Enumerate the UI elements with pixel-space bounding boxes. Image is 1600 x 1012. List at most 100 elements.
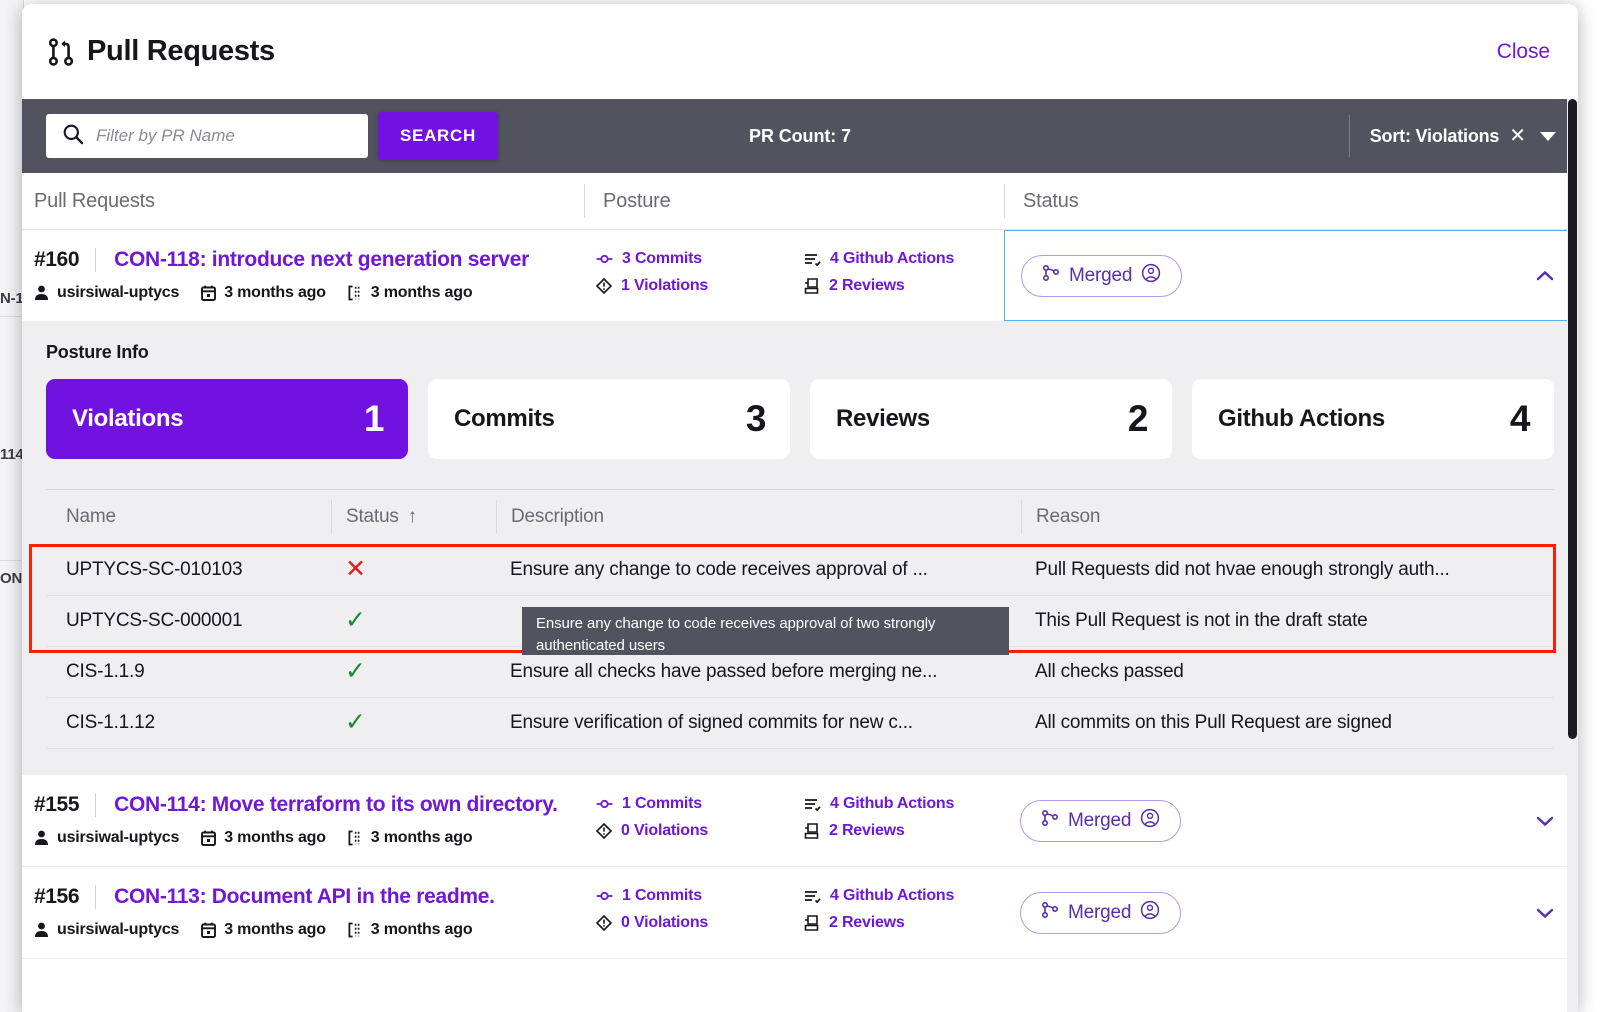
posture-violations[interactable]: 0 Violations bbox=[596, 914, 786, 932]
search-button[interactable]: SEARCH bbox=[378, 112, 498, 160]
status-badge[interactable]: Merged bbox=[1020, 800, 1181, 842]
arrow-up-icon: ↑ bbox=[408, 506, 417, 528]
table-row[interactable]: #160 CON-118: introduce next generation … bbox=[22, 230, 1578, 322]
posture-commits[interactable]: 1 Commits bbox=[596, 887, 786, 905]
violations-header-status-label: Status bbox=[346, 506, 399, 528]
pr-title-line: #156 CON-113: Document API in the readme… bbox=[34, 885, 584, 909]
status-badge[interactable]: Merged bbox=[1021, 255, 1182, 297]
posture-commits-label: 3 Commits bbox=[622, 250, 702, 268]
merge-icon bbox=[1042, 264, 1060, 288]
modal-scrollbar-thumb[interactable] bbox=[1568, 99, 1577, 739]
violation-reason[interactable]: Pull Requests did not hvae enough strong… bbox=[1021, 559, 1554, 581]
posture-github-actions[interactable]: 4 Github Actions bbox=[804, 887, 954, 905]
posture-github-actions[interactable]: 4 Github Actions bbox=[804, 795, 954, 813]
merge-icon bbox=[1041, 809, 1059, 833]
actions-icon bbox=[804, 797, 821, 811]
search-box[interactable] bbox=[46, 114, 368, 158]
close-button[interactable]: Close bbox=[1497, 40, 1550, 64]
user-avatar-icon bbox=[1141, 263, 1161, 289]
sort-label: Sort: Violations bbox=[1370, 126, 1499, 147]
table-row[interactable]: #155 CON-114: Move terraform to its own … bbox=[22, 775, 1578, 867]
pr-status-cell[interactable]: Merged bbox=[1004, 867, 1578, 958]
posture-reviews[interactable]: 2 Reviews bbox=[804, 914, 954, 932]
pr-name-link[interactable]: CON-113: Document API in the readme. bbox=[95, 885, 495, 909]
pr-author-label: usirsiwal-uptycs bbox=[57, 829, 179, 847]
violation-name: UPTYCS-SC-000001 bbox=[46, 610, 331, 632]
metric-card-github-actions[interactable]: Github Actions 4 bbox=[1192, 379, 1554, 459]
background-divider bbox=[0, 560, 24, 561]
violations-table: Name Status ↑ Description Reason UPTYCS-… bbox=[46, 489, 1554, 749]
violation-status: ✓ bbox=[331, 608, 496, 634]
pr-posture-cell: 1 Commits 0 Violations 4 Github Actions bbox=[584, 775, 1004, 866]
background-text-fragment: 1146 bbox=[0, 446, 24, 463]
violation-description[interactable]: Ensure all checks have passed before mer… bbox=[496, 661, 1021, 683]
posture-reviews[interactable]: 2 Reviews bbox=[804, 277, 954, 295]
posture-violations[interactable]: 0 Violations bbox=[596, 822, 786, 840]
posture-col-right: 4 Github Actions 2 Reviews bbox=[804, 250, 954, 321]
posture-github-actions[interactable]: 4 Github Actions bbox=[804, 250, 954, 268]
violation-icon bbox=[596, 823, 612, 839]
actions-icon bbox=[804, 889, 821, 903]
violations-header-description[interactable]: Description bbox=[496, 500, 1021, 534]
pr-status-cell[interactable]: Merged bbox=[1004, 230, 1578, 321]
violation-description[interactable]: Ensure any change to code receives appro… bbox=[496, 559, 1021, 581]
status-badge-label: Merged bbox=[1068, 902, 1131, 924]
search-input[interactable] bbox=[96, 126, 356, 146]
violation-reason[interactable]: This Pull Request is not in the draft st… bbox=[1021, 610, 1554, 632]
violation-description[interactable]: Ensure verification of signed commits fo… bbox=[496, 712, 1021, 734]
expand-chevron-down-icon[interactable] bbox=[1534, 810, 1556, 832]
expand-chevron-down-icon[interactable] bbox=[1534, 902, 1556, 924]
posture-reviews[interactable]: 2 Reviews bbox=[804, 822, 954, 840]
close-x-icon[interactable]: ✕ bbox=[1509, 126, 1526, 146]
user-icon bbox=[34, 830, 49, 846]
pull-requests-modal: Pull Requests Close SEARCH PR Count: 7 S… bbox=[22, 4, 1578, 1012]
posture-col-right: 4 Github Actions 2 Reviews bbox=[804, 887, 954, 958]
calendar-icon bbox=[201, 830, 216, 846]
violation-icon bbox=[596, 915, 612, 931]
history-icon bbox=[348, 922, 363, 938]
violation-name: CIS-1.1.12 bbox=[46, 712, 331, 734]
modal-titlebar: Pull Requests Close bbox=[22, 4, 1578, 99]
posture-commits-label: 1 Commits bbox=[622, 795, 702, 813]
metric-value: 2 bbox=[1128, 398, 1148, 440]
violation-reason[interactable]: All checks passed bbox=[1021, 661, 1554, 683]
posture-violations-label: 0 Violations bbox=[621, 822, 708, 840]
search-icon bbox=[62, 123, 84, 150]
metric-value: 3 bbox=[746, 398, 766, 440]
posture-actions-label: 4 Github Actions bbox=[830, 250, 954, 268]
metric-label: Commits bbox=[454, 405, 555, 433]
metric-card-commits[interactable]: Commits 3 bbox=[428, 379, 790, 459]
merge-icon bbox=[1041, 901, 1059, 925]
collapse-chevron-up-icon[interactable] bbox=[1534, 265, 1556, 287]
violations-header-reason[interactable]: Reason bbox=[1021, 500, 1554, 534]
pr-updated: 3 months ago bbox=[348, 921, 473, 939]
pr-status-cell[interactable]: Merged bbox=[1004, 775, 1578, 866]
violations-header-name[interactable]: Name bbox=[46, 500, 331, 534]
violation-reason[interactable]: All commits on this Pull Request are sig… bbox=[1021, 712, 1554, 734]
posture-violations[interactable]: 1 Violations bbox=[596, 277, 786, 295]
pr-summary: #160 CON-118: introduce next generation … bbox=[22, 230, 584, 321]
pr-name-link[interactable]: CON-118: introduce next generation serve… bbox=[95, 248, 529, 272]
table-row[interactable]: CIS-1.1.12 ✓ Ensure verification of sign… bbox=[46, 698, 1554, 749]
posture-commits[interactable]: 1 Commits bbox=[596, 795, 786, 813]
table-row[interactable]: UPTYCS-SC-010103 ✕ Ensure any change to … bbox=[46, 545, 1554, 596]
description-tooltip: Ensure any change to code receives appro… bbox=[522, 607, 1009, 655]
violations-header-status[interactable]: Status ↑ bbox=[331, 500, 496, 534]
pr-updated-label: 3 months ago bbox=[371, 921, 473, 939]
pr-meta: usirsiwal-uptycs 3 months ago 3 months a… bbox=[34, 921, 584, 939]
history-icon bbox=[348, 830, 363, 846]
posture-commits[interactable]: 3 Commits bbox=[596, 250, 786, 268]
pr-author: usirsiwal-uptycs bbox=[34, 284, 179, 302]
pr-posture-cell: 1 Commits 0 Violations 4 Github Actions bbox=[584, 867, 1004, 958]
violation-status: ✓ bbox=[331, 710, 496, 736]
chevron-down-icon[interactable] bbox=[1540, 132, 1556, 141]
table-row[interactable]: #156 CON-113: Document API in the readme… bbox=[22, 867, 1578, 959]
pr-number: #155 bbox=[34, 793, 95, 817]
metric-card-violations[interactable]: Violations 1 bbox=[46, 379, 408, 459]
metric-card-reviews[interactable]: Reviews 2 bbox=[810, 379, 1172, 459]
pr-created-label: 3 months ago bbox=[224, 829, 326, 847]
pr-name-link[interactable]: CON-114: Move terraform to its own direc… bbox=[95, 793, 558, 817]
status-badge[interactable]: Merged bbox=[1020, 892, 1181, 934]
violation-name: UPTYCS-SC-010103 bbox=[46, 559, 331, 581]
sort-control[interactable]: Sort: Violations ✕ bbox=[1349, 115, 1556, 157]
